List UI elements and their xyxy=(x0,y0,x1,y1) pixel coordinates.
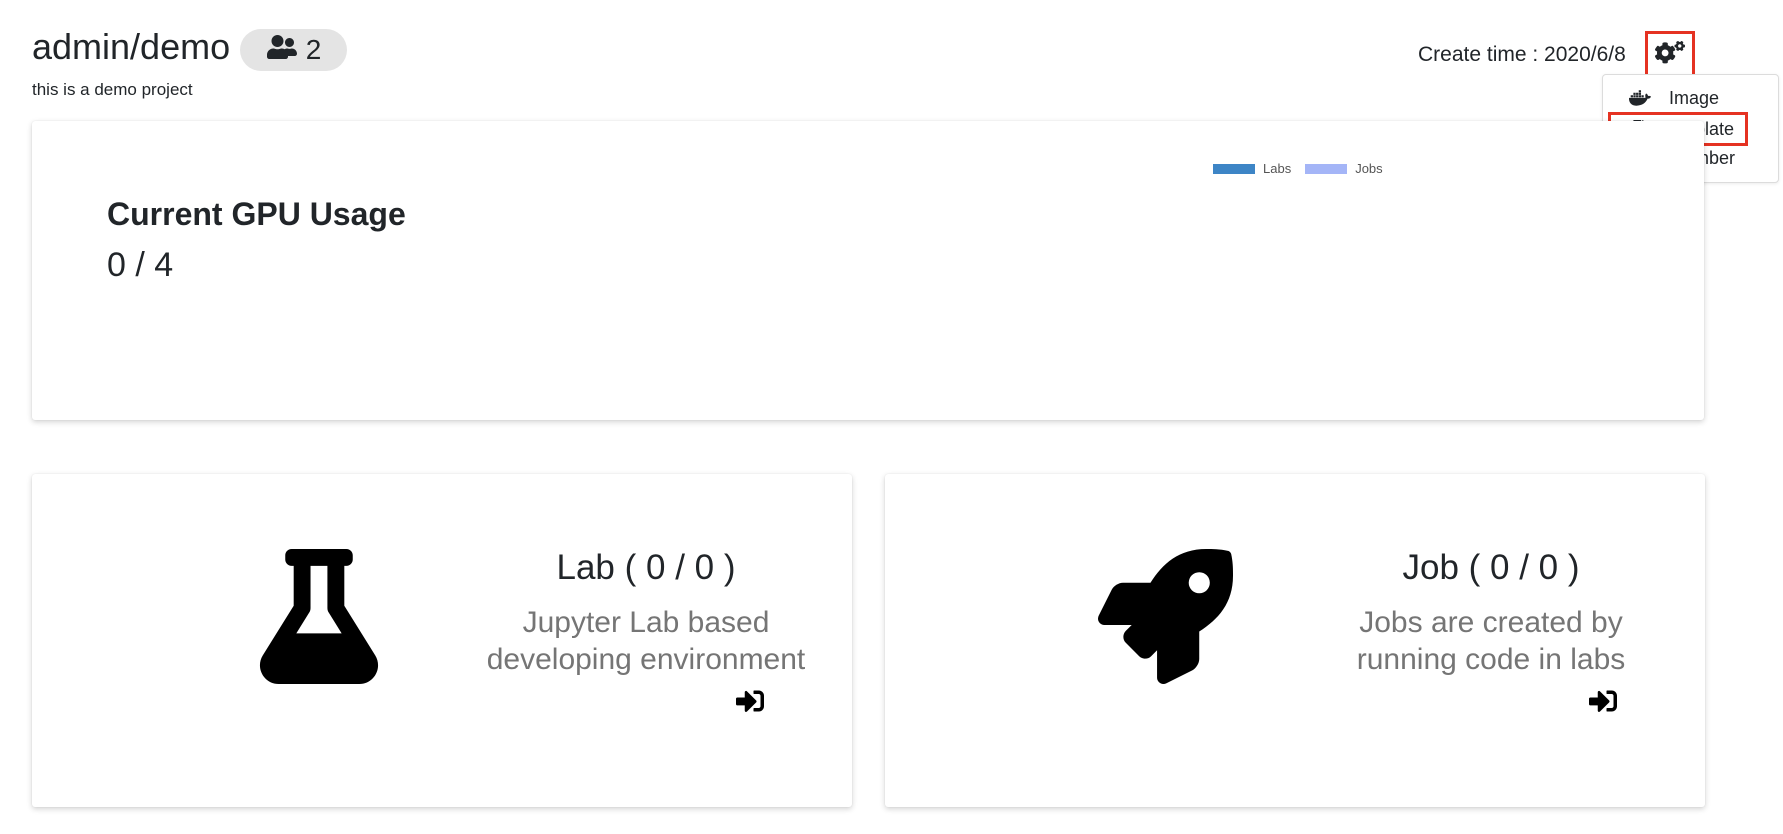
member-count-badge: 2 xyxy=(240,29,347,71)
gpu-usage-card: Current GPU Usage 0 / 4 Labs Jobs xyxy=(32,121,1704,420)
legend-entry-jobs[interactable]: Jobs xyxy=(1305,161,1383,176)
docker-icon xyxy=(1629,88,1651,108)
rocket-icon xyxy=(1098,549,1233,684)
users-icon xyxy=(266,34,298,66)
legend-entry-labs[interactable]: Labs xyxy=(1213,161,1291,176)
project-title: admin/demo xyxy=(32,26,231,67)
job-card[interactable]: Job ( 0 / 0 ) Jobs are created by runnin… xyxy=(885,474,1705,807)
settings-button[interactable] xyxy=(1645,31,1695,79)
gpu-usage-value: 0 / 4 xyxy=(107,246,174,284)
menu-item-label: Image xyxy=(1669,87,1720,108)
cogs-icon xyxy=(1654,40,1685,71)
create-time: Create time : 2020/6/8 xyxy=(1418,43,1626,66)
gpu-usage-title: Current GPU Usage xyxy=(107,196,406,232)
legend-swatch-jobs xyxy=(1305,163,1348,174)
menu-item-image[interactable]: Image xyxy=(1603,84,1778,112)
legend-label: Labs xyxy=(1263,161,1292,176)
enter-job-button[interactable] xyxy=(1587,689,1619,717)
job-card-title: Job ( 0 / 0 ) xyxy=(1402,548,1580,587)
enter-lab-button[interactable] xyxy=(734,689,766,717)
legend-label: Jobs xyxy=(1355,161,1383,176)
sign-in-icon xyxy=(1588,687,1618,720)
project-description: this is a demo project xyxy=(32,80,193,99)
job-card-description: Jobs are created by running code in labs xyxy=(1311,604,1671,678)
sign-in-icon xyxy=(735,687,765,720)
job-description-line: Jobs are created by xyxy=(1359,606,1623,639)
lab-card-title: Lab ( 0 / 0 ) xyxy=(556,548,736,587)
chart-legend: Labs Jobs xyxy=(1213,161,1389,176)
legend-swatch-labs xyxy=(1213,163,1255,174)
lab-card[interactable]: Lab ( 0 / 0 ) Jupyter Lab based developi… xyxy=(32,474,852,807)
lab-card-description: Jupyter Lab based developing environment xyxy=(466,604,826,678)
member-count: 2 xyxy=(305,34,322,65)
project-page: admin/demo 2 this is a demo project Crea… xyxy=(0,0,1783,834)
job-description-line: running code in labs xyxy=(1356,643,1626,676)
lab-description-line: developing environment xyxy=(486,643,806,676)
lab-description-line: Jupyter Lab based xyxy=(522,606,770,639)
flask-icon xyxy=(254,549,384,684)
